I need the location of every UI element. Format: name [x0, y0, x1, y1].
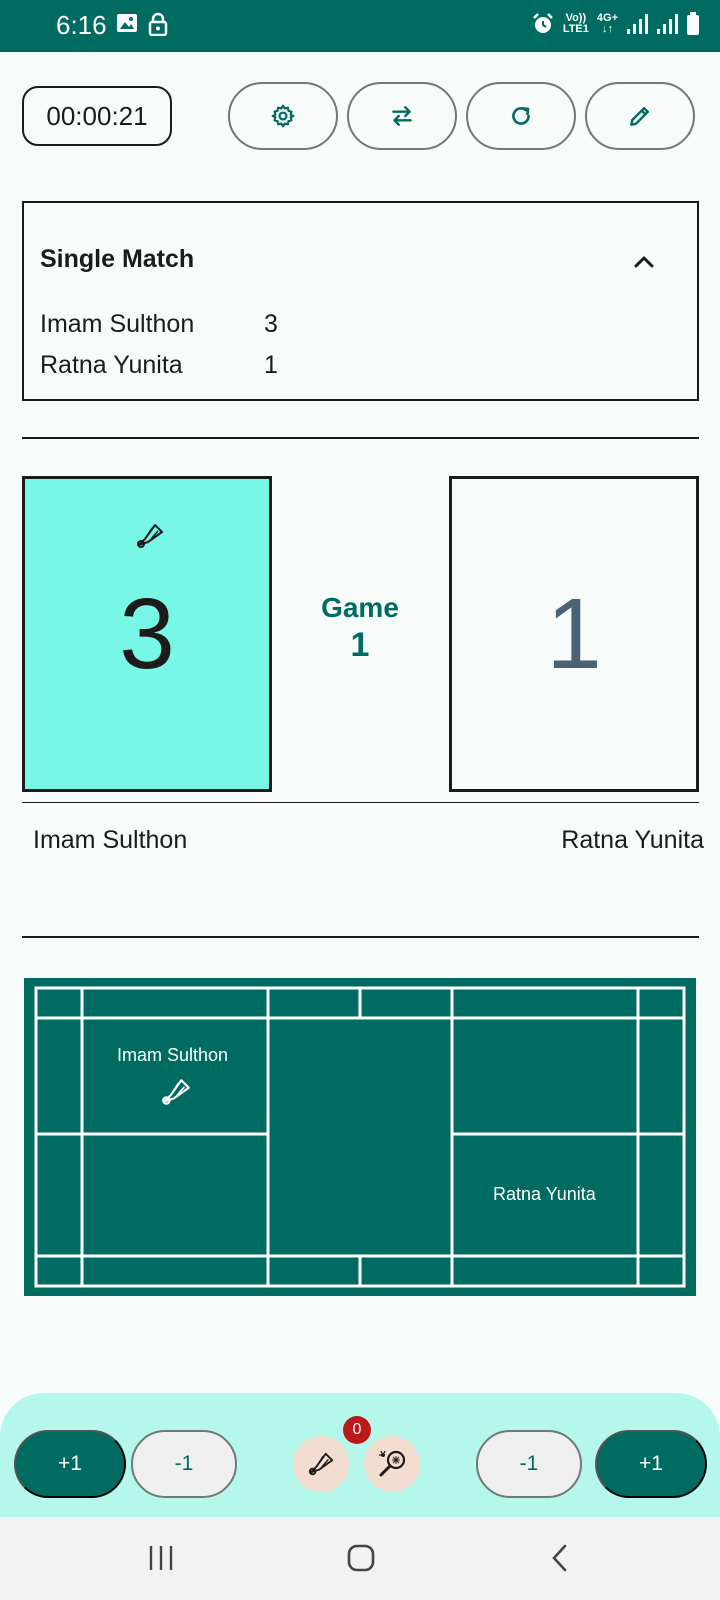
game-indicator: Game 1	[300, 592, 420, 665]
right-player-name: Ratna Yunita	[561, 826, 704, 854]
chevron-up-icon[interactable]	[631, 249, 657, 275]
home-icon[interactable]	[346, 1543, 376, 1573]
image-icon	[117, 14, 137, 32]
shuttle-count-button[interactable]	[293, 1436, 349, 1492]
volte-icon: Vo)) LTE1	[563, 13, 589, 35]
match-timer: 00:00:21	[22, 86, 172, 146]
score-divider	[22, 802, 699, 803]
battery-icon	[687, 12, 699, 35]
reset-button[interactable]	[466, 82, 576, 150]
match-player-score: 1	[264, 351, 278, 379]
left-score: 3	[119, 577, 175, 690]
right-plus-button[interactable]: +1	[595, 1430, 707, 1498]
refresh-icon	[512, 107, 530, 125]
right-score-box[interactable]: 1	[449, 476, 699, 792]
status-time: 6:16	[56, 10, 107, 40]
left-minus-button[interactable]: -1	[131, 1430, 237, 1498]
match-player-name: Imam Sulthon	[40, 310, 195, 338]
signal-icon	[657, 14, 678, 34]
signal-icon	[627, 14, 648, 34]
game-number: 1	[350, 626, 370, 664]
court-left-player: Imam Sulthon	[117, 1045, 229, 1065]
back-icon[interactable]	[550, 1543, 570, 1573]
badminton-court	[24, 978, 696, 1296]
recent-apps-icon[interactable]	[147, 1543, 175, 1573]
left-score-box[interactable]: 3	[22, 476, 272, 792]
left-player-name: Imam Sulthon	[33, 826, 188, 854]
game-label: Game	[321, 592, 399, 623]
navigation-bar	[0, 1517, 720, 1600]
shuttlecock-icon	[162, 1079, 190, 1105]
swap-sides-button[interactable]	[347, 82, 457, 150]
match-player-name: Ratna Yunita	[40, 351, 183, 379]
racket-button[interactable]	[364, 1436, 420, 1492]
alarm-icon	[532, 13, 553, 33]
swap-icon	[392, 106, 412, 126]
gear-icon	[271, 104, 295, 128]
match-title: Single Match	[40, 245, 195, 273]
lock-icon	[148, 12, 168, 36]
right-score: 1	[546, 577, 602, 690]
match-row: Ratna Yunita 1	[40, 351, 278, 380]
right-minus-button[interactable]: -1	[476, 1430, 582, 1498]
shuttlecock-icon	[137, 524, 163, 548]
court-right-player: Ratna Yunita	[493, 1184, 596, 1204]
edit-button[interactable]	[585, 82, 695, 150]
left-plus-button[interactable]: +1	[14, 1430, 126, 1498]
section-divider	[22, 437, 699, 439]
court-lines	[34, 986, 686, 1288]
pencil-icon	[630, 107, 649, 126]
racket-icon	[379, 1450, 406, 1477]
4g-icon: 4G+ ↓↑	[596, 12, 618, 35]
match-player-score: 3	[264, 310, 278, 338]
status-bar: 6:16 Vo)) LTE1 4G+ ↓↑	[0, 0, 720, 52]
shuttle-count-badge: 0	[343, 1416, 371, 1444]
match-row: Imam Sulthon 3	[40, 310, 278, 339]
lte-label: LTE1	[562, 23, 589, 35]
match-summary-card: Single Match Imam Sulthon 3 Ratna Yunita…	[22, 201, 699, 401]
section-divider	[22, 936, 699, 938]
settings-button[interactable]	[228, 82, 338, 150]
shuttlecock-icon	[308, 1452, 334, 1476]
